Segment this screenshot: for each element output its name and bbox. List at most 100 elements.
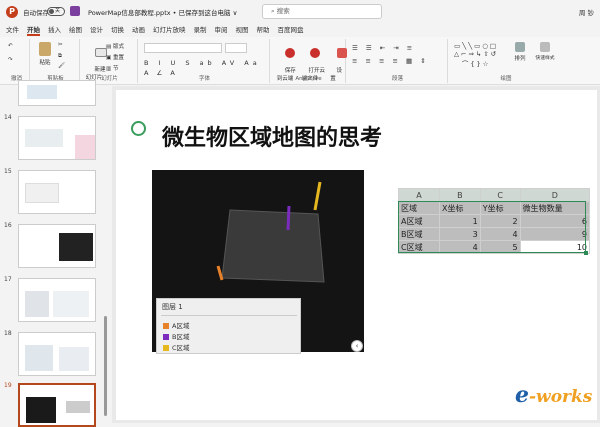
b-region-column	[286, 205, 291, 231]
cut-icon[interactable]: ✂	[58, 42, 63, 48]
thumbnail-preview	[25, 291, 49, 317]
undo-icon[interactable]: ↶	[8, 43, 13, 49]
tab-view[interactable]: 视图	[236, 24, 249, 36]
tab-baidu[interactable]: 百度网盘	[278, 24, 304, 36]
align-buttons[interactable]: ≡ ≡ ≡ ≡ ▦ ⇕	[352, 57, 429, 65]
quick-styles-label: 快速样式	[535, 56, 555, 61]
slide-thumbnail[interactable]	[18, 332, 96, 376]
clipboard-icon	[39, 42, 51, 56]
group-label-anyshare: AnyShare	[295, 76, 322, 82]
thumbnails-scrollbar[interactable]	[104, 316, 107, 416]
gear-icon	[336, 48, 347, 58]
table-cell[interactable]: 2	[479, 214, 521, 228]
table-cell[interactable]: 4	[479, 227, 521, 241]
shapes-gallery[interactable]: ▭╲╲▭○□ △⌐⇒↳⇧↺ ⌒{}☆	[454, 42, 498, 68]
reset-button[interactable]: ▣ 重置	[106, 53, 124, 61]
group-drawing: ▭╲╲▭○□ △⌐⇒↳⇧↺ ⌒{}☆ 排列 快速样式 绘图	[450, 39, 562, 83]
chevron-left-icon[interactable]: ‹	[351, 340, 363, 352]
arrange-label: 排列	[514, 56, 526, 62]
group-undo: ↶ ↷ 撤消	[4, 39, 30, 83]
format-painter-icon[interactable]: 🖌	[58, 63, 65, 69]
slide-title[interactable]: 微生物区域地图的思考	[162, 120, 382, 152]
autosave-toggle[interactable]: 关	[47, 7, 65, 16]
table-cell[interactable]: 9	[519, 227, 591, 241]
title-bar: P 自动保存 关 PowerMap信息部教程.pptx • 已保存到这台电脑 ∨…	[0, 0, 600, 24]
legend-label-a: A区域	[172, 322, 190, 330]
document-title[interactable]: PowerMap信息部教程.pptx • 已保存到这台电脑 ∨	[88, 7, 237, 17]
fill-handle[interactable]	[584, 251, 588, 255]
quick-styles-button[interactable]: 快速样式	[532, 42, 558, 61]
font-style-buttons[interactable]: B I U S ab AV Aa	[144, 59, 261, 67]
slide-thumbnail[interactable]	[18, 278, 96, 322]
layer-legend[interactable]: 图层 1 A区域 B区域 C区域	[156, 298, 301, 354]
layout-label: 版式	[112, 44, 124, 50]
table-cell-selected[interactable]: 10	[519, 240, 591, 254]
column-header[interactable]: D	[519, 188, 591, 202]
slide-thumbnail[interactable]	[18, 80, 96, 106]
slide-thumbnail[interactable]	[18, 170, 96, 214]
table-cell[interactable]: 6	[519, 214, 591, 228]
thumbnail-preview	[25, 345, 53, 371]
tab-slideshow[interactable]: 幻灯片放映	[153, 24, 186, 36]
thumbnail-preview	[53, 291, 89, 317]
arrange-button[interactable]: 排列	[510, 42, 530, 62]
paste-button[interactable]: 粘贴	[36, 42, 54, 66]
save-icon[interactable]	[70, 6, 80, 16]
column-header[interactable]: B	[438, 188, 481, 202]
group-label-paragraph: 段落	[391, 76, 403, 82]
data-spreadsheet[interactable]: A B C D 区域 X坐标 Y坐标 微生物数量 A区域 1 2 6 B区域 3…	[398, 188, 591, 254]
tab-draw[interactable]: 绘图	[69, 24, 82, 36]
slide-thumbnail-active[interactable]	[18, 383, 96, 427]
slide-thumbnails-panel[interactable]: 14 15 16 17 18 19	[0, 80, 112, 427]
tab-record[interactable]: 录制	[194, 24, 207, 36]
eworks-watermark-logo: e-works	[515, 382, 592, 408]
header-cell[interactable]: 微生物数量	[519, 201, 591, 215]
redo-icon[interactable]: ↷	[8, 57, 13, 63]
slide-number: 15	[4, 168, 12, 175]
table-cell[interactable]: 4	[438, 240, 481, 254]
thumbnail-preview	[66, 401, 90, 413]
table-cell[interactable]: A区域	[398, 214, 440, 228]
column-header[interactable]: C	[479, 188, 521, 202]
search-input[interactable]: ⌕ 搜索	[262, 4, 382, 19]
tab-file[interactable]: 文件	[6, 24, 19, 36]
table-cell[interactable]: C区域	[398, 240, 440, 254]
user-name[interactable]: 周 钞	[579, 7, 594, 17]
tab-insert[interactable]: 插入	[48, 24, 61, 36]
legend-item-c: C区域	[163, 342, 190, 352]
slide-thumbnail[interactable]	[18, 116, 96, 160]
tab-review[interactable]: 审阅	[215, 24, 228, 36]
table-cell[interactable]: 3	[438, 227, 481, 241]
column-header[interactable]: A	[398, 188, 440, 202]
tab-transitions[interactable]: 切换	[111, 24, 124, 36]
tab-home[interactable]: 开始	[27, 24, 40, 36]
header-cell[interactable]: X坐标	[438, 201, 481, 215]
layer-title: 图层 1	[162, 303, 183, 311]
group-font: B I U S ab AV Aa A ∠ A 字体	[140, 39, 270, 83]
copy-icon[interactable]: ⧉	[58, 53, 62, 60]
font-name-combo[interactable]	[144, 43, 222, 53]
table-cell[interactable]: B区域	[398, 227, 440, 241]
header-cell[interactable]: 区域	[398, 201, 440, 215]
list-buttons[interactable]: ☰ ☰ ⇤ ⇥ ≡	[352, 44, 415, 52]
legend-swatch-c	[163, 345, 169, 351]
section-button[interactable]: ▥ 节	[106, 64, 118, 72]
legend-swatch-a	[163, 323, 169, 329]
font-size-combo[interactable]	[225, 43, 247, 53]
table-cell[interactable]: 5	[479, 240, 521, 254]
tab-design[interactable]: 设计	[90, 24, 103, 36]
header-cell[interactable]: Y坐标	[479, 201, 521, 215]
tab-help[interactable]: 帮助	[257, 24, 270, 36]
table-cell[interactable]: 1	[438, 214, 481, 228]
slide-number: 16	[4, 222, 12, 229]
legend-divider	[161, 315, 297, 316]
reset-icon: ▣	[106, 55, 112, 61]
map-region-plane	[221, 209, 325, 283]
slide-thumbnail[interactable]	[18, 224, 96, 268]
slide-number: 14	[4, 114, 12, 121]
ribbon: ↶ ↷ 撤消 粘贴 ✂ ⧉ 🖌 剪贴板 新建 幻灯片 ▤ 版式 ▣ 重置 ▥ 节…	[0, 37, 600, 109]
group-paragraph: ☰ ☰ ⇤ ⇥ ≡ ≡ ≡ ≡ ≡ ▦ ⇕ 段落	[348, 39, 448, 83]
layout-button[interactable]: ▤ 版式	[106, 42, 124, 50]
thumbnail-preview	[26, 397, 56, 423]
tab-animations[interactable]: 动画	[132, 24, 145, 36]
